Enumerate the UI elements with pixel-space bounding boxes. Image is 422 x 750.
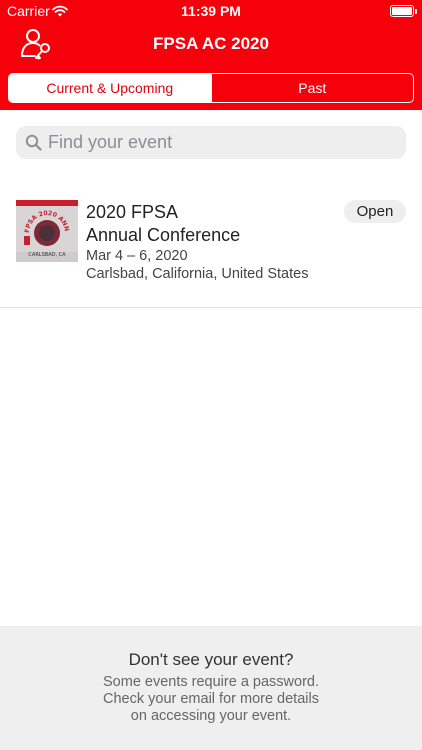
battery-tip (415, 9, 417, 14)
app-header: Carrier 11:39 PM FPSA AC 2020 Current & … (0, 0, 422, 110)
footer-line-2: Check your email for more details (103, 691, 319, 707)
row-divider (0, 307, 422, 308)
search-icon (25, 134, 42, 156)
event-list-item[interactable]: FPSA 2020 ANNUAL CONFERENCE CARLSBAD, CA… (0, 188, 422, 308)
event-thumbnail: FPSA 2020 ANNUAL CONFERENCE CARLSBAD, CA (13, 195, 78, 262)
search-input[interactable] (48, 130, 388, 155)
battery-icon (390, 5, 414, 17)
search-bar[interactable] (16, 126, 406, 159)
event-dates: Mar 4 – 6, 2020 (86, 248, 188, 264)
footer-line-1: Some events require a password. (103, 674, 319, 690)
status-badge: Open (344, 200, 406, 223)
footer-title: Don't see your event? (128, 650, 294, 669)
footer-line-3: on accessing your event. (130, 708, 292, 724)
status-time: 11:39 PM (181, 3, 241, 19)
event-tabs: Current & Upcoming Past (8, 73, 414, 103)
page-title: FPSA AC 2020 (153, 34, 269, 53)
status-bar: Carrier 11:39 PM (0, 0, 422, 22)
event-name-line2: Annual Conference (86, 225, 241, 245)
event-location: Carlsbad, California, United States (86, 266, 309, 282)
event-name-line1: 2020 FPSA (86, 202, 179, 222)
help-footer: Don't see your event? Some events requir… (0, 626, 422, 750)
thumbnail-city: CARLSBAD, CA (28, 252, 66, 258)
tab-current-upcoming[interactable]: Current & Upcoming (9, 74, 211, 102)
tab-past[interactable]: Past (210, 74, 414, 102)
event-name: 2020 FPSA Annual Conference (86, 201, 336, 247)
